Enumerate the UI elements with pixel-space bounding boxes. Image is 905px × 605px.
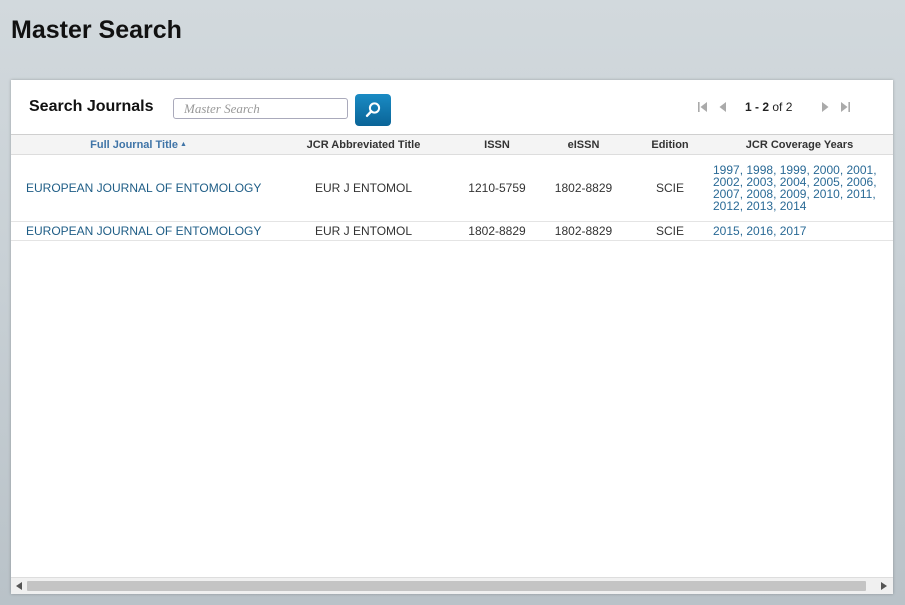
- sort-ascending-icon: ▲: [179, 140, 187, 148]
- table-row: EUROPEAN JOURNAL OF ENTOMOLOGY EUR J ENT…: [11, 222, 893, 241]
- edition: SCIE: [655, 224, 684, 238]
- coverage-year-link[interactable]: 2016: [746, 224, 773, 238]
- search-toolbar: Search Journals 1 - 2 of 2: [11, 80, 893, 134]
- scrollbar-thumb[interactable]: [27, 581, 866, 591]
- search-button[interactable]: [355, 94, 391, 126]
- scroll-left-icon: [16, 582, 22, 590]
- last-page-button[interactable]: [838, 100, 852, 114]
- scroll-right-icon: [881, 582, 887, 590]
- eissn: 1802-8829: [554, 181, 613, 195]
- coverage-year-link[interactable]: 2012: [713, 199, 740, 213]
- eissn: 1802-8829: [554, 224, 613, 238]
- prev-page-button[interactable]: [716, 100, 730, 114]
- search-label: Search Journals: [29, 98, 154, 115]
- column-header-edition[interactable]: Edition: [634, 135, 706, 155]
- column-header-eissn[interactable]: eISSN: [533, 135, 634, 155]
- coverage-year-link[interactable]: 2011: [847, 187, 873, 201]
- next-page-button[interactable]: [818, 100, 832, 114]
- prev-page-icon: [719, 102, 726, 112]
- coverage-year-link[interactable]: 2013: [746, 199, 773, 213]
- journals-table: Full Journal Title ▲ JCR Abbreviated Titl…: [11, 134, 893, 241]
- page-total: 2: [785, 100, 793, 114]
- column-header-jcr-coverage-years[interactable]: JCR Coverage Years: [706, 135, 893, 155]
- last-page-icon: [841, 102, 850, 112]
- abbreviated-title: EUR J ENTOMOL: [314, 181, 413, 195]
- scroll-left-button[interactable]: [14, 581, 24, 591]
- page-title: Master Search: [11, 16, 182, 44]
- first-page-button[interactable]: [696, 100, 710, 114]
- issn: 1210-5759: [468, 181, 526, 195]
- coverage-year-link[interactable]: 2010: [813, 187, 840, 201]
- next-page-icon: [822, 102, 829, 112]
- coverage-year-link[interactable]: 2017: [780, 224, 807, 238]
- horizontal-scrollbar[interactable]: [11, 577, 893, 594]
- coverage-years: 2015, 2016, 2017: [713, 224, 807, 238]
- issn: 1802-8829: [468, 224, 526, 238]
- coverage-year-link[interactable]: 2014: [780, 199, 807, 213]
- edition: SCIE: [655, 181, 684, 195]
- page-range: 1 - 2: [745, 100, 770, 114]
- scroll-right-button[interactable]: [879, 581, 889, 591]
- table-row: EUROPEAN JOURNAL OF ENTOMOLOGY EUR J ENT…: [11, 155, 893, 222]
- coverage-year-link[interactable]: 2015: [713, 224, 740, 238]
- magnifier-icon: [365, 102, 381, 118]
- table-header-row: Full Journal Title ▲ JCR Abbreviated Titl…: [11, 134, 893, 155]
- abbreviated-title: EUR J ENTOMOL: [314, 224, 413, 238]
- journal-title-link[interactable]: EUROPEAN JOURNAL OF ENTOMOLOGY: [11, 222, 266, 241]
- coverage-years: 1997, 1998, 1999, 2000, 2001, 2002, 2003…: [713, 163, 877, 213]
- column-header-jcr-abbreviated-title[interactable]: JCR Abbreviated Title: [266, 135, 461, 155]
- first-page-icon: [698, 102, 707, 112]
- column-header-issn[interactable]: ISSN: [461, 135, 533, 155]
- page-of-label: of: [772, 100, 783, 114]
- journal-title-link[interactable]: EUROPEAN JOURNAL OF ENTOMOLOGY: [11, 155, 266, 222]
- page-indicator: 1 - 2 of 2: [745, 100, 792, 114]
- column-header-full-journal-title[interactable]: Full Journal Title ▲: [11, 135, 266, 155]
- column-header-label: Full Journal Title: [90, 138, 178, 151]
- search-panel: Search Journals 1 - 2 of 2: [11, 80, 893, 594]
- search-input[interactable]: [173, 98, 348, 119]
